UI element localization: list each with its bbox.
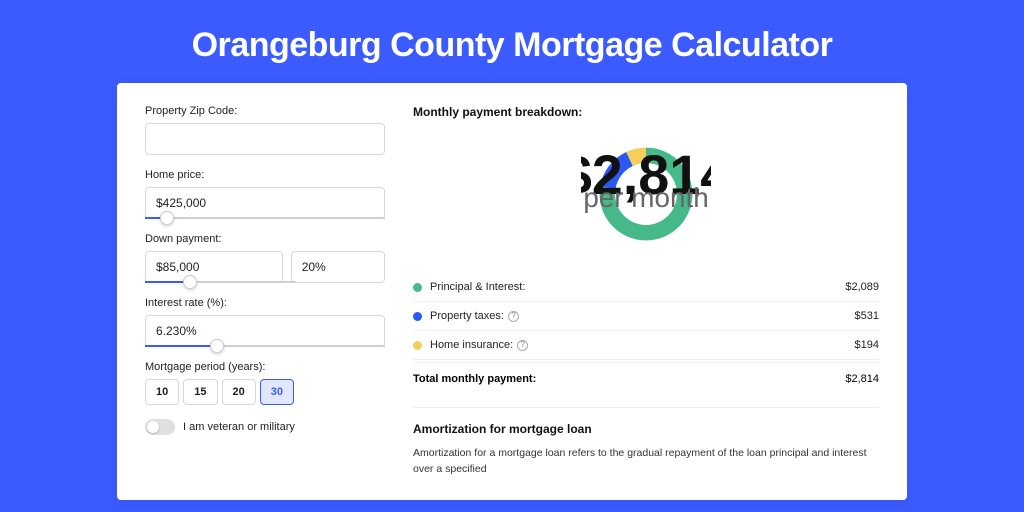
period-option-20[interactable]: 20 (222, 379, 256, 405)
down-payment-label: Down payment: (145, 233, 385, 245)
period-button-group: 10 15 20 30 (145, 379, 385, 405)
donut-chart: $2,814 per month (413, 129, 879, 259)
legend-value-taxes: $531 (855, 310, 879, 322)
down-payment-slider[interactable] (145, 281, 296, 283)
amortization-title: Amortization for mortgage loan (413, 422, 879, 436)
legend-label-principal: Principal & Interest: (430, 281, 845, 293)
interest-rate-field: Interest rate (%): (145, 297, 385, 347)
legend-principal: Principal & Interest: $2,089 (413, 273, 879, 302)
amortization-body: Amortization for a mortgage loan refers … (413, 446, 879, 478)
total-label: Total monthly payment: (413, 373, 845, 385)
legend-label-taxes: Property taxes: ? (430, 310, 855, 322)
form-panel: Property Zip Code: Home price: Down paym… (145, 105, 385, 478)
zip-label: Property Zip Code: (145, 105, 385, 117)
period-option-10[interactable]: 10 (145, 379, 179, 405)
info-icon[interactable]: ? (508, 311, 519, 322)
legend-value-principal: $2,089 (845, 281, 879, 293)
home-price-field: Home price: (145, 169, 385, 219)
donut-center-sub: per month (583, 182, 708, 213)
down-payment-percent-input[interactable] (291, 251, 385, 283)
mortgage-period-label: Mortgage period (years): (145, 361, 385, 373)
veteran-row: I am veteran or military (145, 419, 385, 435)
amortization-section: Amortization for mortgage loan Amortizat… (413, 407, 879, 478)
legend-label-taxes-text: Property taxes: (430, 310, 504, 322)
period-option-30[interactable]: 30 (260, 379, 294, 405)
info-icon[interactable]: ? (517, 340, 528, 351)
veteran-toggle[interactable] (145, 419, 175, 435)
down-payment-field: Down payment: (145, 233, 385, 283)
legend-label-insurance-text: Home insurance: (430, 339, 513, 351)
legend-insurance: Home insurance: ? $194 (413, 331, 879, 360)
legend-label-insurance: Home insurance: ? (430, 339, 855, 351)
legend-dot-principal (413, 283, 422, 292)
calculator-card: Property Zip Code: Home price: Down paym… (117, 83, 907, 500)
interest-rate-input[interactable] (145, 315, 385, 347)
zip-input[interactable] (145, 123, 385, 155)
page-title: Orangeburg County Mortgage Calculator (0, 0, 1024, 83)
donut-svg: $2,814 per month (581, 129, 711, 259)
veteran-label: I am veteran or military (183, 421, 295, 433)
total-value: $2,814 (845, 373, 879, 385)
legend-dot-taxes (413, 312, 422, 321)
interest-rate-slider[interactable] (145, 345, 385, 347)
home-price-input[interactable] (145, 187, 385, 219)
period-option-15[interactable]: 15 (183, 379, 217, 405)
legend-taxes: Property taxes: ? $531 (413, 302, 879, 331)
legend-value-insurance: $194 (855, 339, 879, 351)
total-row: Total monthly payment: $2,814 (413, 362, 879, 397)
breakdown-title: Monthly payment breakdown: (413, 105, 879, 119)
zip-field: Property Zip Code: (145, 105, 385, 155)
breakdown-panel: Monthly payment breakdown: $2,814 per mo… (413, 105, 879, 478)
mortgage-period-field: Mortgage period (years): 10 15 20 30 (145, 361, 385, 405)
down-payment-amount-input[interactable] (145, 251, 283, 283)
home-price-slider[interactable] (145, 217, 385, 219)
home-price-label: Home price: (145, 169, 385, 181)
interest-rate-label: Interest rate (%): (145, 297, 385, 309)
legend-dot-insurance (413, 341, 422, 350)
